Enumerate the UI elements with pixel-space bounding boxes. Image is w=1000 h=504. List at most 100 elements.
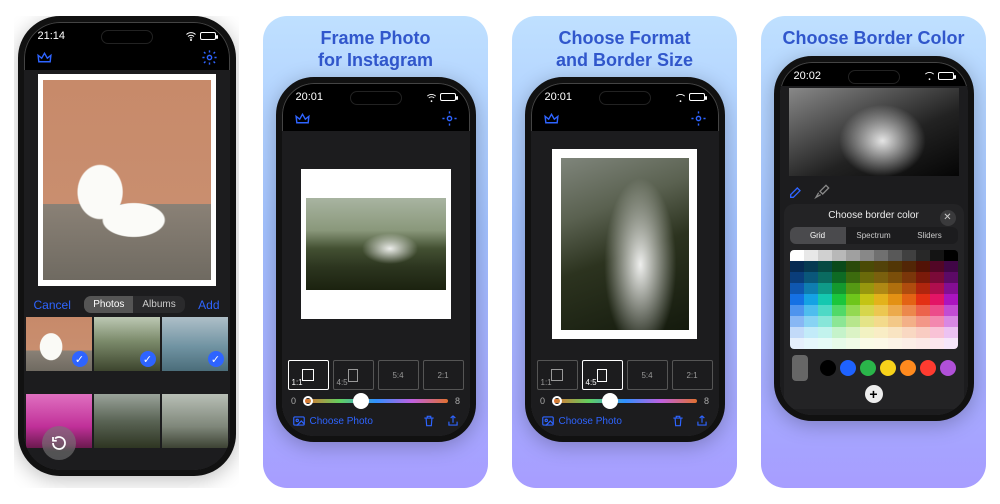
color-cell[interactable] [860,316,874,327]
format-2-1[interactable]: 2:1 [423,360,464,390]
color-cell[interactable] [916,250,930,261]
color-cell[interactable] [804,338,818,349]
color-cell[interactable] [832,272,846,283]
slider-knob[interactable] [353,393,369,409]
add-button[interactable]: Add [198,298,219,312]
color-cell[interactable] [832,316,846,327]
crown-icon[interactable] [36,49,53,66]
border-slider[interactable]: 0 8 [531,394,719,410]
seg-albums[interactable]: Albums [133,296,184,313]
color-cell[interactable] [944,294,958,305]
color-cell[interactable] [930,250,944,261]
thumbnail[interactable]: ✓ [94,317,160,371]
color-cell[interactable] [916,294,930,305]
color-cell[interactable] [860,283,874,294]
color-cell[interactable] [902,272,916,283]
format-4-5[interactable]: 4:5 [333,360,374,390]
color-cell[interactable] [860,261,874,272]
color-cell[interactable] [902,250,916,261]
color-cell[interactable] [860,327,874,338]
color-cell[interactable] [804,261,818,272]
refresh-fab[interactable] [42,426,76,460]
color-cell[interactable] [888,327,902,338]
color-cell[interactable] [818,294,832,305]
trash-icon[interactable] [671,414,685,428]
color-cell[interactable] [832,283,846,294]
thumbnail[interactable]: ✓ [26,317,92,371]
gear-icon[interactable] [441,110,458,127]
color-cell[interactable] [832,338,846,349]
color-cell[interactable] [818,338,832,349]
color-cell[interactable] [804,283,818,294]
color-tabs[interactable]: Grid Spectrum Sliders [790,227,958,244]
color-cell[interactable] [818,283,832,294]
color-cell[interactable] [916,283,930,294]
color-cell[interactable] [860,250,874,261]
color-cell[interactable] [888,316,902,327]
color-cell[interactable] [874,327,888,338]
color-cell[interactable] [902,261,916,272]
color-cell[interactable] [944,250,958,261]
color-cell[interactable] [860,305,874,316]
color-cell[interactable] [888,305,902,316]
color-cell[interactable] [888,250,902,261]
color-cell[interactable] [902,294,916,305]
color-cell[interactable] [804,327,818,338]
color-cell[interactable] [818,305,832,316]
slider-track[interactable] [304,399,448,403]
tab-spectrum[interactable]: Spectrum [846,227,902,244]
color-cell[interactable] [832,305,846,316]
color-cell[interactable] [902,283,916,294]
color-cell[interactable] [846,338,860,349]
color-cell[interactable] [916,316,930,327]
tab-sliders[interactable]: Sliders [902,227,958,244]
border-slider[interactable]: 0 8 [282,394,470,410]
choose-photo-button[interactable]: Choose Photo [541,414,622,428]
color-cell[interactable] [888,338,902,349]
trash-icon[interactable] [422,414,436,428]
tab-grid[interactable]: Grid [790,227,846,244]
color-cell[interactable] [930,294,944,305]
color-cell[interactable] [916,305,930,316]
share-icon[interactable] [695,414,709,428]
color-cell[interactable] [846,294,860,305]
color-cell[interactable] [860,272,874,283]
format-1-1[interactable]: 1:1 [288,360,329,390]
color-cell[interactable] [818,272,832,283]
color-cell[interactable] [902,338,916,349]
brush-icon[interactable] [788,184,804,200]
close-icon[interactable]: ✕ [940,210,956,226]
color-cell[interactable] [804,272,818,283]
color-cell[interactable] [930,305,944,316]
color-cell[interactable] [790,272,804,283]
color-cell[interactable] [790,338,804,349]
color-cell[interactable] [832,261,846,272]
color-cell[interactable] [944,338,958,349]
color-cell[interactable] [930,338,944,349]
color-cell[interactable] [888,261,902,272]
color-cell[interactable] [874,294,888,305]
color-cell[interactable] [860,338,874,349]
color-cell[interactable] [944,261,958,272]
color-cell[interactable] [930,272,944,283]
color-cell[interactable] [846,272,860,283]
preset-color[interactable] [900,360,916,376]
color-cell[interactable] [874,261,888,272]
color-cell[interactable] [902,305,916,316]
preset-color[interactable] [820,360,836,376]
color-cell[interactable] [944,283,958,294]
color-cell[interactable] [930,261,944,272]
color-cell[interactable] [874,272,888,283]
color-cell[interactable] [846,305,860,316]
thumbnail[interactable] [162,394,228,448]
color-cell[interactable] [888,283,902,294]
color-cell[interactable] [790,261,804,272]
gear-icon[interactable] [690,110,707,127]
slider-knob[interactable] [602,393,618,409]
color-cell[interactable] [916,327,930,338]
color-cell[interactable] [790,250,804,261]
color-cell[interactable] [804,250,818,261]
color-cell[interactable] [874,283,888,294]
color-cell[interactable] [846,261,860,272]
color-cell[interactable] [790,327,804,338]
